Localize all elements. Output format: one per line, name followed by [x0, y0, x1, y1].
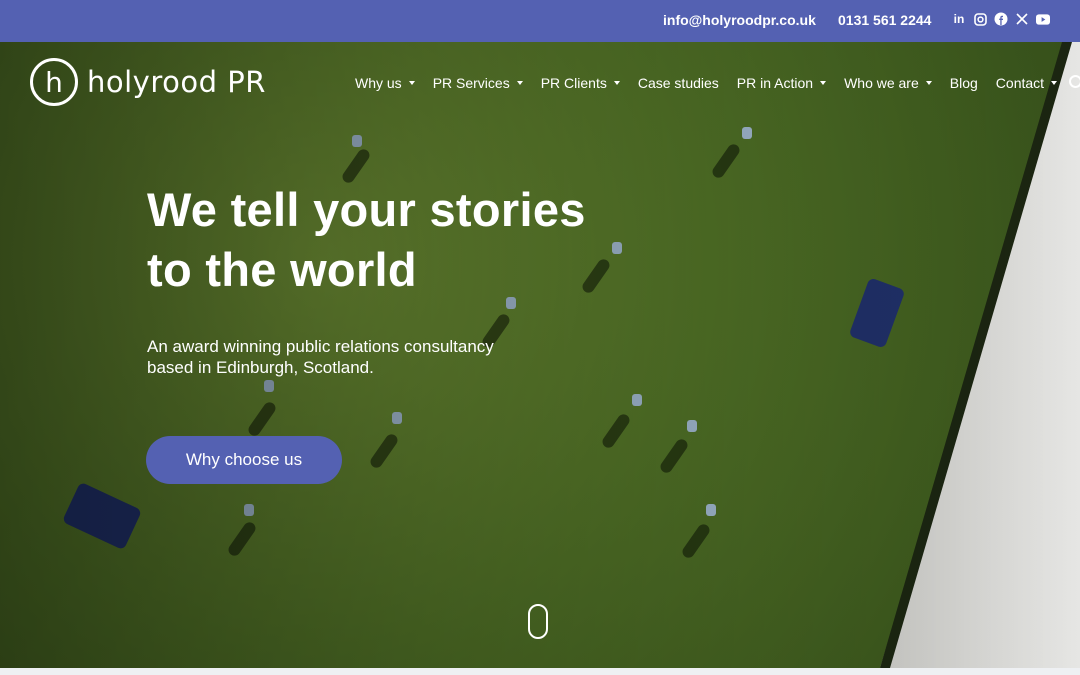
nav-item-contact[interactable]: Contact	[995, 75, 1058, 91]
caret-down-icon	[925, 81, 932, 85]
subtitle-line: An award winning public relations consul…	[147, 337, 494, 356]
nav-item-label: PR Clients	[540, 75, 607, 91]
top-contact-bar: info@holyroodpr.co.uk 0131 561 2244 in	[0, 0, 1080, 42]
page-divider	[0, 668, 1080, 675]
nav-item-pr-clients[interactable]: PR Clients	[541, 75, 620, 91]
headline-line: We tell your stories	[147, 183, 586, 236]
site-logo[interactable]: h holyrood PR	[30, 58, 266, 106]
logo-wordmark: holyrood PR	[87, 65, 266, 99]
caret-down-icon	[613, 81, 620, 85]
facebook-icon[interactable]	[994, 12, 1008, 26]
nav-item-pr-services[interactable]: PR Services	[433, 75, 523, 91]
nav-item-label: Contact	[995, 75, 1045, 91]
hero-subtitle: An award winning public relations consul…	[147, 336, 537, 378]
nav-item-blog[interactable]: Blog	[950, 75, 978, 91]
logo-mark: h	[30, 58, 78, 106]
nav-item-label: PR in Action	[736, 75, 814, 91]
instagram-icon[interactable]	[973, 12, 987, 26]
nav-item-case-studies[interactable]: Case studies	[638, 75, 719, 91]
youtube-icon[interactable]	[1036, 12, 1050, 26]
nav-item-label: Who we are	[844, 75, 919, 91]
nav-item-who-we-are[interactable]: Who we are	[844, 75, 932, 91]
nav-item-label: PR Services	[432, 75, 510, 91]
caret-down-icon	[408, 81, 415, 85]
subtitle-line: based in Edinburgh, Scotland.	[147, 358, 374, 377]
caret-down-icon	[516, 81, 523, 85]
linkedin-icon[interactable]: in	[952, 12, 966, 26]
email-link[interactable]: info@holyroodpr.co.uk	[663, 12, 816, 28]
main-navigation: Why us PR Services PR Clients Case studi…	[355, 75, 1080, 91]
phone-link[interactable]: 0131 561 2244	[838, 12, 931, 28]
nav-item-pr-in-action[interactable]: PR in Action	[736, 75, 827, 91]
nav-item-why-us[interactable]: Why us	[355, 75, 415, 91]
scroll-mouse-icon[interactable]	[528, 604, 548, 639]
why-choose-us-button[interactable]: Why choose us	[146, 436, 342, 484]
nav-item-label: Case studies	[637, 75, 719, 91]
social-links: in	[952, 12, 1050, 26]
hero-headline: We tell your stories to the world	[147, 180, 667, 300]
nav-item-label: Why us	[355, 75, 402, 91]
headline-line: to the world	[147, 243, 417, 296]
caret-down-icon	[820, 81, 827, 85]
search-icon[interactable]	[1069, 75, 1080, 91]
caret-down-icon	[1051, 81, 1058, 85]
nav-item-label: Blog	[949, 75, 978, 91]
x-icon[interactable]	[1015, 12, 1029, 26]
